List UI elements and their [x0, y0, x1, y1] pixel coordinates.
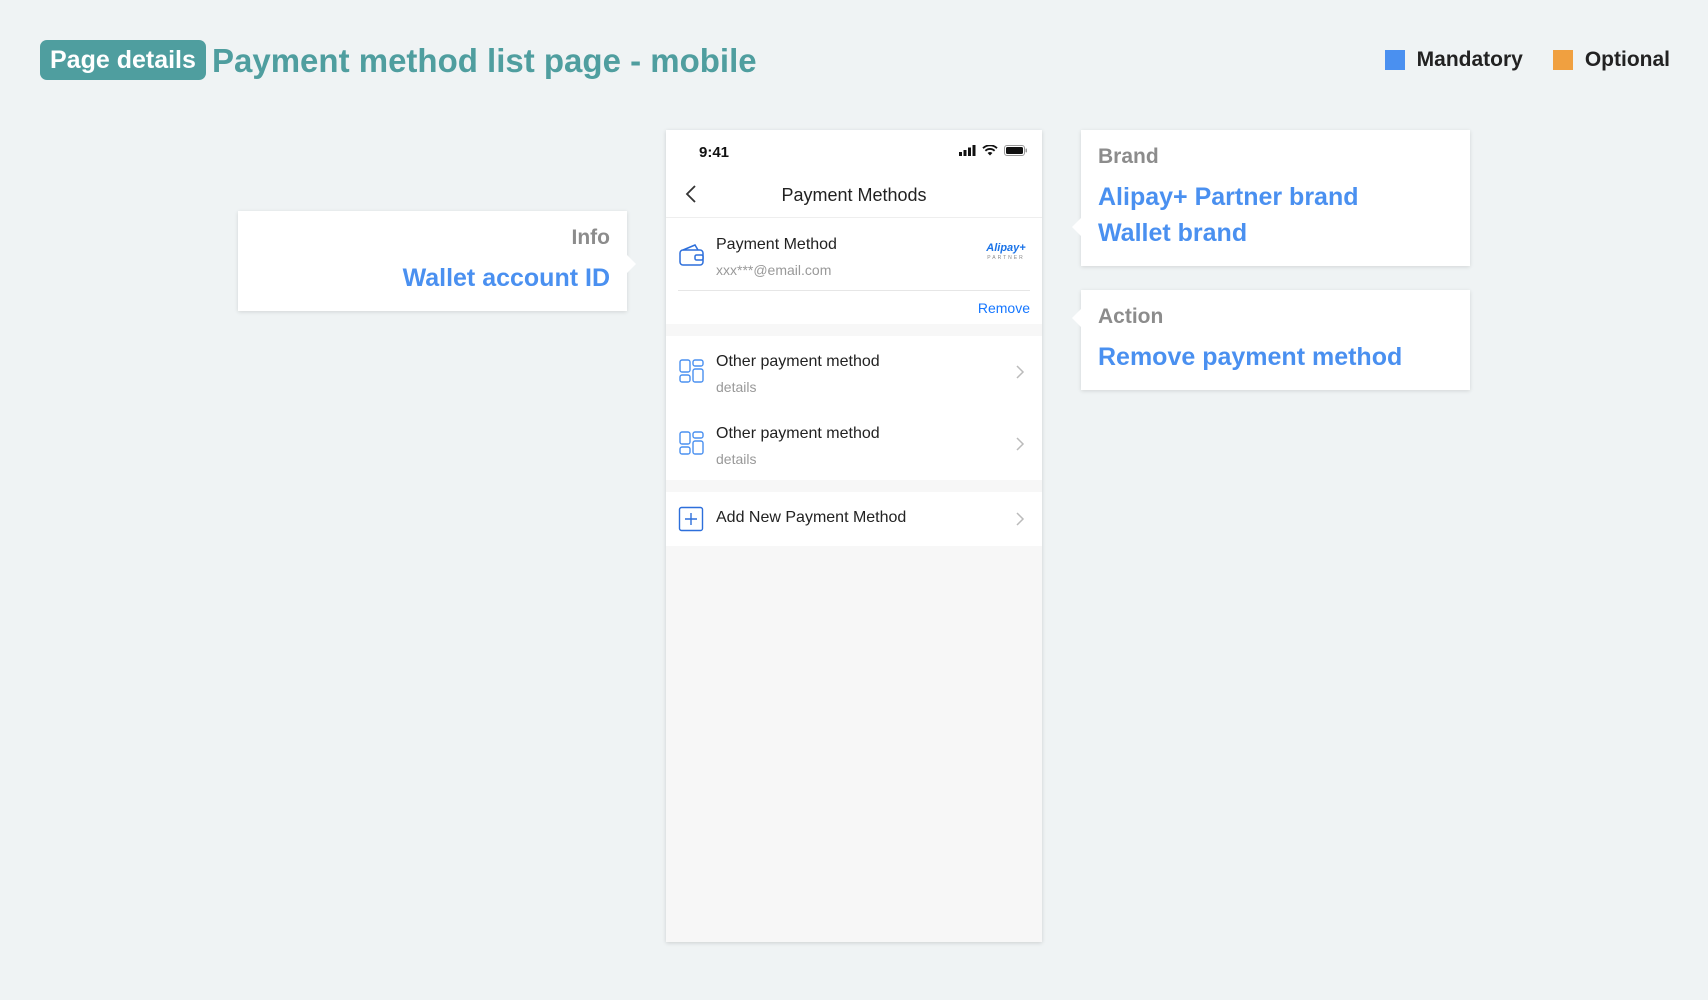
status-icons [959, 145, 1028, 156]
info-label: Info [571, 226, 610, 249]
brand-annotation: Brand Alipay+ Partner brand Wallet brand [1072, 130, 1470, 266]
other-method-row[interactable]: Other payment method details [678, 336, 1030, 408]
legend: Mandatory Optional [1384, 48, 1670, 72]
other-method-details: details [716, 451, 757, 467]
action-annotation: Action Remove payment method [1072, 290, 1470, 390]
logo-sub-text: PARTNER [987, 255, 1025, 261]
wallet-account-id: xxx***@email.com [716, 262, 832, 278]
nav-bar: Payment Methods [666, 172, 1042, 218]
optional-swatch [1552, 50, 1573, 70]
logo-main-text: Alipay+ [986, 242, 1026, 254]
legend-mandatory: Mandatory [1384, 48, 1523, 72]
add-square-icon [678, 506, 704, 532]
add-method-section: Add New Payment Method [666, 492, 1042, 546]
brand-label: Brand [1098, 145, 1159, 168]
legend-optional: Optional [1552, 48, 1670, 72]
brand-value-partner: Alipay+ Partner brand [1098, 183, 1359, 211]
remove-button[interactable]: Remove [978, 300, 1030, 316]
nav-title: Payment Methods [781, 185, 927, 205]
action-value: Remove payment method [1098, 343, 1403, 371]
battery-icon [1004, 145, 1027, 156]
primary-payment-section: Payment Method xxx***@email.com Alipay+ … [666, 218, 1042, 324]
apps-grid-icon [679, 431, 704, 455]
chevron-right-icon [1016, 437, 1025, 451]
wifi-icon [982, 145, 998, 156]
legend-optional-label: Optional [1584, 48, 1670, 71]
action-callout-arrow [1072, 309, 1081, 327]
page-title: Payment method list page - mobile [212, 42, 757, 79]
chevron-right-icon [1016, 512, 1025, 526]
mandatory-swatch [1384, 50, 1405, 70]
alipay-partner-logo: Alipay+ PARTNER [982, 242, 1030, 261]
other-method-name: Other payment method [716, 425, 880, 442]
payment-method-name: Payment Method [716, 236, 837, 253]
signal-icon [959, 145, 976, 156]
info-value: Wallet account ID [402, 264, 610, 292]
chevron-right-icon [1016, 365, 1025, 379]
info-annotation: Info Wallet account ID [238, 211, 636, 311]
status-time: 9:41 [699, 144, 730, 161]
action-label: Action [1098, 305, 1164, 328]
apps-grid-icon [679, 359, 704, 383]
add-payment-method-button[interactable]: Add New Payment Method [678, 492, 1030, 546]
other-methods-section: Other payment method details Other payme… [666, 336, 1042, 480]
phone-mockup: 9:41 Payment Methods Payment Method xxx*… [666, 130, 1042, 942]
legend-mandatory-label: Mandatory [1416, 48, 1523, 71]
brand-callout-arrow [1072, 218, 1081, 236]
page-details-badge: Page details [40, 40, 206, 80]
other-method-row[interactable]: Other payment method details [678, 408, 1030, 480]
status-bar: 9:41 [666, 130, 1042, 172]
other-method-name: Other payment method [716, 353, 880, 370]
info-callout-arrow [627, 255, 636, 273]
wallet-icon [679, 244, 704, 266]
primary-payment-row[interactable]: Payment Method xxx***@email.com Alipay+ … [678, 218, 1030, 291]
add-payment-method-label: Add New Payment Method [716, 509, 907, 526]
brand-value-wallet: Wallet brand [1098, 219, 1248, 247]
other-method-details: details [716, 379, 757, 395]
